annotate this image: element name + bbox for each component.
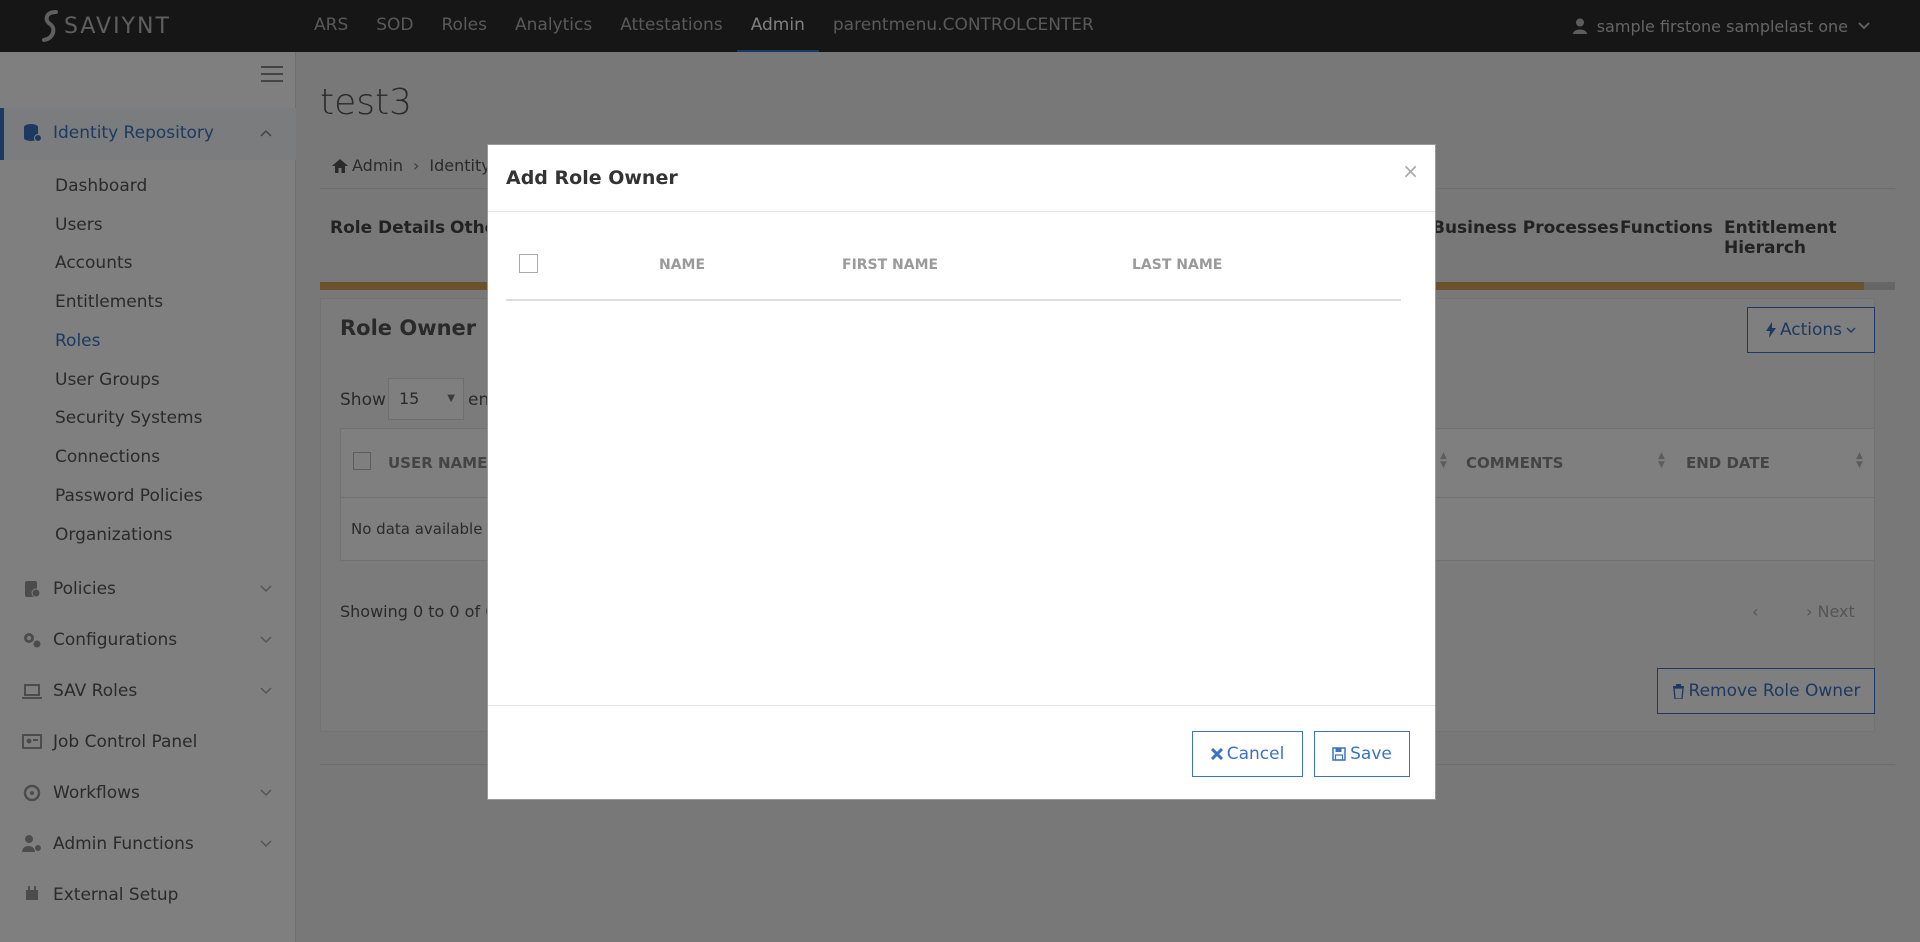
modal-title: Add Role Owner: [506, 167, 678, 189]
save-button[interactable]: Save: [1314, 731, 1410, 777]
modal-footer-divider: [488, 705, 1435, 706]
column-first-name[interactable]: FIRST NAME: [842, 257, 938, 273]
add-role-owner-modal: Add Role Owner × NAME FIRST NAME LAST NA…: [487, 144, 1436, 800]
column-last-name[interactable]: LAST NAME: [1132, 257, 1222, 273]
modal-header-divider: [488, 211, 1435, 212]
close-icon[interactable]: ×: [1402, 159, 1419, 183]
table-header-divider: [506, 299, 1401, 301]
floppy-disk-icon: [1332, 747, 1346, 761]
cancel-label: Cancel: [1226, 744, 1285, 764]
select-all-checkbox[interactable]: [519, 254, 538, 273]
times-icon: [1210, 748, 1223, 760]
cancel-button[interactable]: Cancel: [1192, 731, 1303, 777]
column-name[interactable]: NAME: [659, 257, 705, 273]
save-label: Save: [1350, 744, 1392, 764]
